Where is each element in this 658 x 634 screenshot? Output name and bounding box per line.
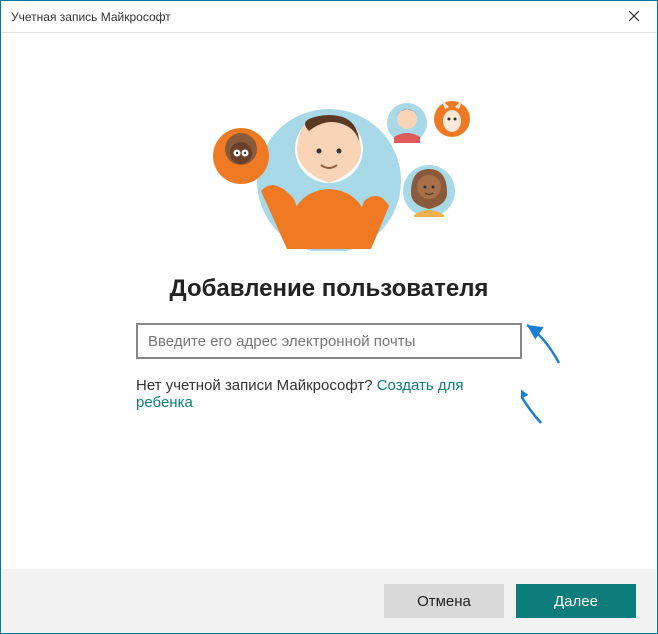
close-icon	[629, 10, 639, 24]
annotation-arrows	[521, 305, 651, 425]
no-account-prefix: Нет учетной записи Майкрософт?	[136, 377, 377, 394]
email-input[interactable]	[136, 323, 522, 359]
dialog-footer: Отмена Далее	[2, 569, 656, 633]
no-account-text: Нет учетной записи Майкрософт? Создать д…	[136, 377, 522, 411]
dialog-content: Добавление пользователя Нет учетной запи…	[1, 33, 657, 569]
window-titlebar: Учетная запись Майкрософт	[1, 1, 657, 33]
close-button[interactable]	[611, 1, 657, 33]
next-button[interactable]: Далее	[516, 584, 636, 618]
window-title: Учетная запись Майкрософт	[11, 10, 171, 24]
cancel-button[interactable]: Отмена	[384, 584, 504, 618]
family-illustration	[179, 71, 479, 251]
dialog-heading: Добавление пользователя	[170, 275, 489, 303]
